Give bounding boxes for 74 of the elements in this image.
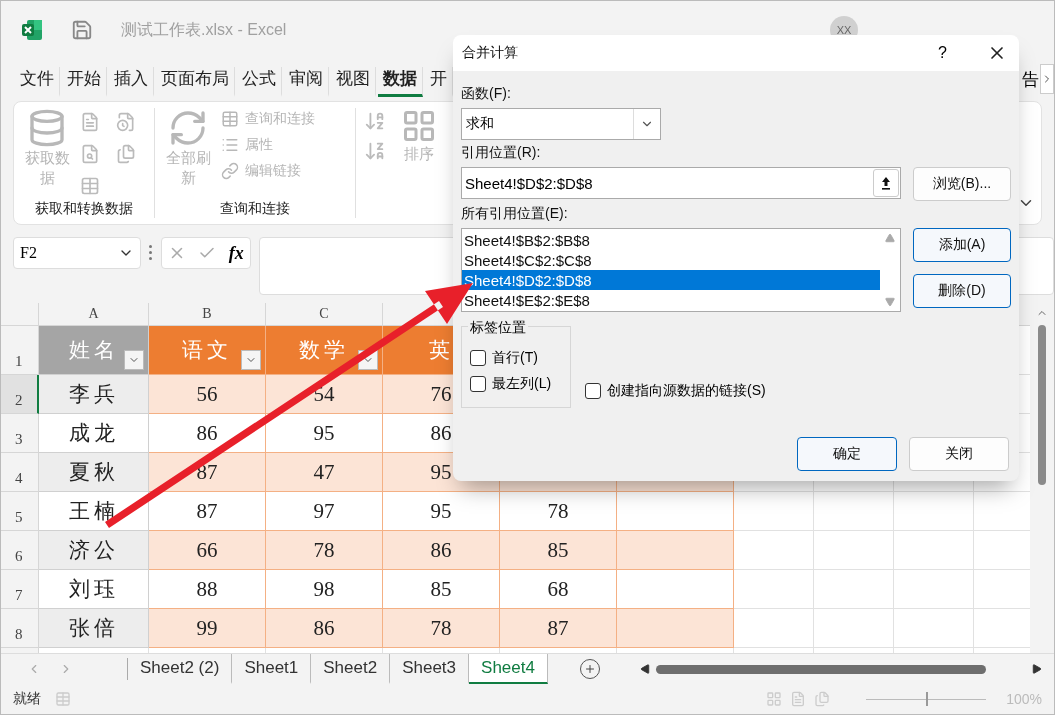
column-header[interactable]: C bbox=[266, 303, 383, 326]
browse-button[interactable]: 浏览(B)... bbox=[913, 167, 1011, 201]
table-cell[interactable]: 78 bbox=[266, 531, 383, 570]
insert-function-button[interactable]: fx bbox=[228, 242, 244, 264]
table-cell[interactable]: 97 bbox=[266, 492, 383, 531]
sheet-tab[interactable]: Sheet4 bbox=[469, 654, 548, 684]
reference-field[interactable]: Sheet4!$D$2:$D$8 bbox=[461, 167, 901, 199]
table-cell[interactable]: 95 bbox=[266, 414, 383, 453]
list-item[interactable]: Sheet4!$E$2:$E$8 bbox=[462, 290, 880, 310]
table-cell[interactable]: 刘珏 bbox=[39, 570, 149, 609]
ribbon-tab[interactable]: 插入 bbox=[109, 67, 154, 97]
list-item[interactable]: Sheet4!$D$2:$D$8 bbox=[462, 270, 880, 290]
ribbon-tab[interactable]: 视图 bbox=[331, 67, 376, 97]
table-cell[interactable]: 95 bbox=[383, 492, 500, 531]
help-button[interactable]: ? bbox=[938, 44, 947, 62]
table-cell[interactable]: 王楠 bbox=[39, 492, 149, 531]
name-box[interactable]: F2 bbox=[13, 237, 141, 269]
add-button[interactable]: 添加(A) bbox=[913, 228, 1011, 262]
table-cell[interactable]: 85 bbox=[383, 570, 500, 609]
sheet-tab[interactable]: Sheet2 (2) bbox=[128, 654, 233, 684]
row-header[interactable]: 4 bbox=[1, 453, 39, 492]
ribbon-tab[interactable]: 开始 bbox=[62, 67, 107, 97]
table-cell[interactable]: 夏秋 bbox=[39, 453, 149, 492]
table-cell[interactable]: 李兵 bbox=[39, 375, 149, 414]
table-cell[interactable]: 99 bbox=[149, 609, 266, 648]
ribbon-tab[interactable]: 数据 bbox=[378, 67, 423, 97]
row-header[interactable]: 6 bbox=[1, 531, 39, 570]
ribbon-tab[interactable]: 告 bbox=[1022, 68, 1039, 97]
function-select[interactable]: 求和 bbox=[461, 108, 661, 140]
ribbon-tab[interactable]: 文件 bbox=[15, 67, 60, 97]
table-cell[interactable]: 66 bbox=[149, 531, 266, 570]
column-header[interactable]: B bbox=[149, 303, 266, 326]
close-button[interactable]: 关闭 bbox=[909, 437, 1009, 471]
group-label: 获取和转换数据 bbox=[35, 200, 133, 218]
ribbon-tab[interactable]: 页面布局 bbox=[156, 67, 235, 97]
table-cell[interactable]: 86 bbox=[266, 609, 383, 648]
sheet-tab[interactable]: Sheet2 bbox=[311, 654, 391, 684]
sheet-tab[interactable]: Sheet1 bbox=[232, 654, 312, 684]
ok-button[interactable]: 确定 bbox=[797, 437, 897, 471]
list-item[interactable]: Sheet4!$B$2:$B$8 bbox=[462, 230, 880, 250]
ribbon-tab[interactable]: 公式 bbox=[237, 67, 282, 97]
row-header[interactable]: 8 bbox=[1, 609, 39, 648]
row-header[interactable]: 1 bbox=[1, 326, 39, 375]
window-title: 测试工作表.xlsx - Excel bbox=[121, 19, 287, 40]
column-header[interactable]: A bbox=[39, 303, 149, 326]
field-label: 引用位置(R): bbox=[461, 144, 542, 162]
table-cell[interactable]: 88 bbox=[149, 570, 266, 609]
table-cell[interactable]: 87 bbox=[500, 609, 617, 648]
table-cell[interactable]: 成龙 bbox=[39, 414, 149, 453]
table-cell[interactable]: 85 bbox=[500, 531, 617, 570]
status-text: 就绪 bbox=[13, 690, 41, 708]
table-cell[interactable]: 张倍 bbox=[39, 609, 149, 648]
table-cell[interactable]: 78 bbox=[383, 609, 500, 648]
ribbon-tab[interactable]: 审阅 bbox=[284, 67, 329, 97]
table-cell[interactable]: 47 bbox=[266, 453, 383, 492]
table-cell[interactable]: 98 bbox=[266, 570, 383, 609]
table-cell[interactable]: 68 bbox=[500, 570, 617, 609]
table-cell[interactable]: 济公 bbox=[39, 531, 149, 570]
group-title: 标签位置 bbox=[468, 319, 528, 337]
table-cell[interactable]: 86 bbox=[149, 414, 266, 453]
delete-button[interactable]: 删除(D) bbox=[913, 274, 1011, 308]
table-cell[interactable]: 86 bbox=[383, 531, 500, 570]
field-label: 所有引用位置(E): bbox=[461, 205, 569, 223]
table-cell[interactable]: 78 bbox=[500, 492, 617, 531]
table-cell[interactable]: 56 bbox=[149, 375, 266, 414]
checkbox[interactable]: 创建指向源数据的链接(S) bbox=[585, 382, 766, 400]
group-label: 查询和连接 bbox=[220, 200, 290, 218]
list-item[interactable]: Sheet4!$C$2:$C$8 bbox=[462, 250, 880, 270]
row-header[interactable]: 3 bbox=[1, 414, 39, 453]
dialog-title: 合并计算 bbox=[462, 44, 518, 62]
row-header[interactable]: 7 bbox=[1, 570, 39, 609]
field-label: 函数(F): bbox=[461, 85, 512, 103]
row-header[interactable]: 2 bbox=[1, 375, 39, 414]
row-header[interactable]: 5 bbox=[1, 492, 39, 531]
